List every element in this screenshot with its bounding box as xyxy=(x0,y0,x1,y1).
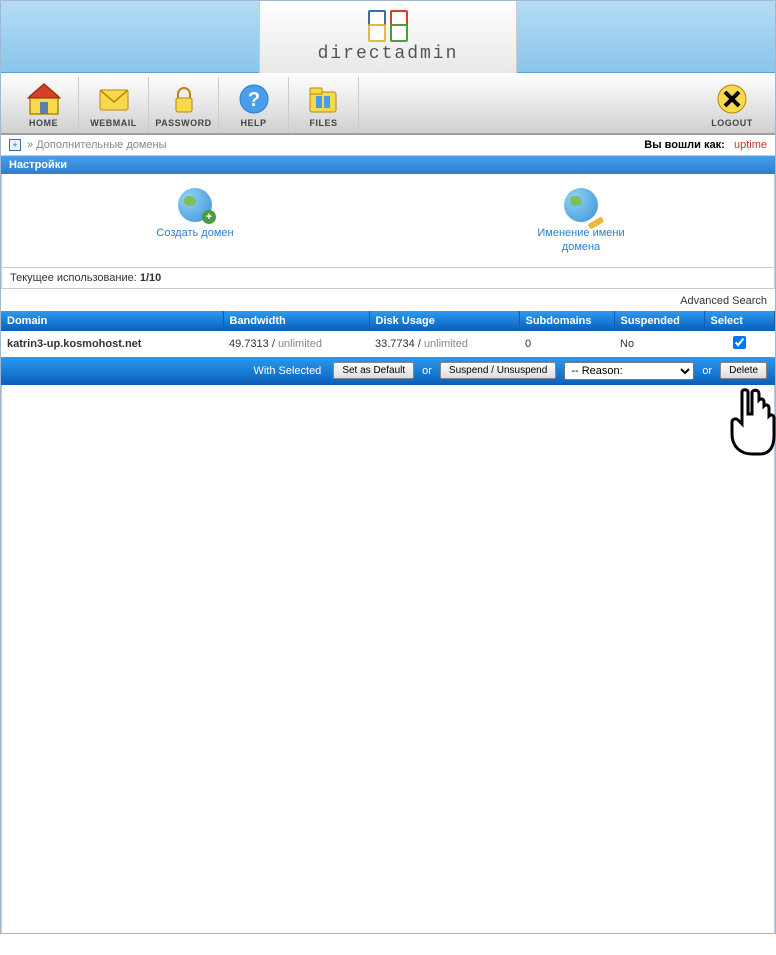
cell-suspended: No xyxy=(614,331,704,357)
col-select[interactable]: Select xyxy=(704,311,775,331)
cell-bandwidth: 49.7313 / unlimited xyxy=(223,331,369,357)
row-checkbox[interactable] xyxy=(733,336,746,349)
files-icon xyxy=(306,82,342,116)
header-banner: directadmin xyxy=(1,1,775,73)
advanced-search-link[interactable]: Advanced Search xyxy=(680,295,767,307)
section-title: Настройки xyxy=(1,156,775,174)
rename-domain-label: Именение именидомена xyxy=(537,226,624,255)
password-label: PASSWORD xyxy=(155,118,211,128)
domain-table: Domain Bandwidth Disk Usage Subdomains S… xyxy=(1,311,775,357)
create-domain-button[interactable]: + Создать домен xyxy=(2,188,388,255)
help-button[interactable]: ? HELP xyxy=(219,77,289,133)
set-default-button[interactable]: Set as Default xyxy=(333,362,414,379)
advanced-search-row: Advanced Search xyxy=(1,289,775,311)
webmail-label: WEBMAIL xyxy=(90,118,137,128)
create-domain-label: Создать домен xyxy=(156,226,233,240)
toolbar: HOME WEBMAIL PASSWORD ? HELP FILES LOGOU… xyxy=(1,73,775,135)
delete-button[interactable]: Delete xyxy=(720,362,767,379)
files-label: FILES xyxy=(309,118,337,128)
cell-select xyxy=(704,331,775,357)
logo-icon xyxy=(368,10,408,42)
rename-domain-button[interactable]: Именение именидомена xyxy=(388,188,774,255)
globe-edit-icon xyxy=(564,188,598,222)
svg-text:?: ? xyxy=(247,89,259,111)
cell-disk: 33.7734 / unlimited xyxy=(369,331,519,357)
col-bandwidth[interactable]: Bandwidth xyxy=(223,311,369,331)
home-icon xyxy=(26,82,62,116)
logout-button[interactable]: LOGOUT xyxy=(697,77,767,133)
table-row: katrin3-up.kosmohost.net 49.7313 / unlim… xyxy=(1,331,775,357)
logo-text: directadmin xyxy=(318,44,459,64)
usage-value: 1/10 xyxy=(140,272,161,284)
with-selected-label: With Selected xyxy=(253,365,321,377)
password-button[interactable]: PASSWORD xyxy=(149,77,219,133)
cell-subdomains: 0 xyxy=(519,331,614,357)
logout-label: LOGOUT xyxy=(711,118,753,128)
home-label: HOME xyxy=(29,118,58,128)
logged-as-label: Вы вошли как: xyxy=(644,139,725,151)
logout-icon xyxy=(714,82,750,116)
tree-toggle-icon[interactable]: + xyxy=(9,139,21,151)
logged-as-user[interactable]: uptime xyxy=(734,139,767,151)
with-selected-row: With Selected Set as Default or Suspend … xyxy=(1,357,775,385)
usage-label: Текущее использование: xyxy=(10,272,140,284)
col-disk[interactable]: Disk Usage xyxy=(369,311,519,331)
files-button[interactable]: FILES xyxy=(289,77,359,133)
password-icon xyxy=(166,82,202,116)
globe-add-icon: + xyxy=(178,188,212,222)
usage-bar: Текущее использование: 1/10 xyxy=(1,268,775,289)
cell-domain[interactable]: katrin3-up.kosmohost.net xyxy=(1,331,223,357)
webmail-icon xyxy=(96,82,132,116)
help-label: HELP xyxy=(240,118,266,128)
col-subdomains[interactable]: Subdomains xyxy=(519,311,614,331)
breadcrumb-page: Дополнительные домены xyxy=(36,139,166,151)
actions-row: + Создать домен Именение именидомена xyxy=(1,174,775,268)
col-domain[interactable]: Domain xyxy=(1,311,223,331)
webmail-button[interactable]: WEBMAIL xyxy=(79,77,149,133)
col-suspended[interactable]: Suspended xyxy=(614,311,704,331)
logo: directadmin xyxy=(259,1,517,73)
breadcrumb-bar: + » Дополнительные домены Вы вошли как: … xyxy=(1,135,775,156)
reason-select[interactable]: -- Reason: xyxy=(564,362,694,380)
suspend-button[interactable]: Suspend / Unsuspend xyxy=(440,362,556,379)
home-button[interactable]: HOME xyxy=(9,77,79,133)
or-label-2: or xyxy=(702,365,712,377)
help-icon: ? xyxy=(236,82,272,116)
or-label-1: or xyxy=(422,365,432,377)
table-header-row: Domain Bandwidth Disk Usage Subdomains S… xyxy=(1,311,775,331)
